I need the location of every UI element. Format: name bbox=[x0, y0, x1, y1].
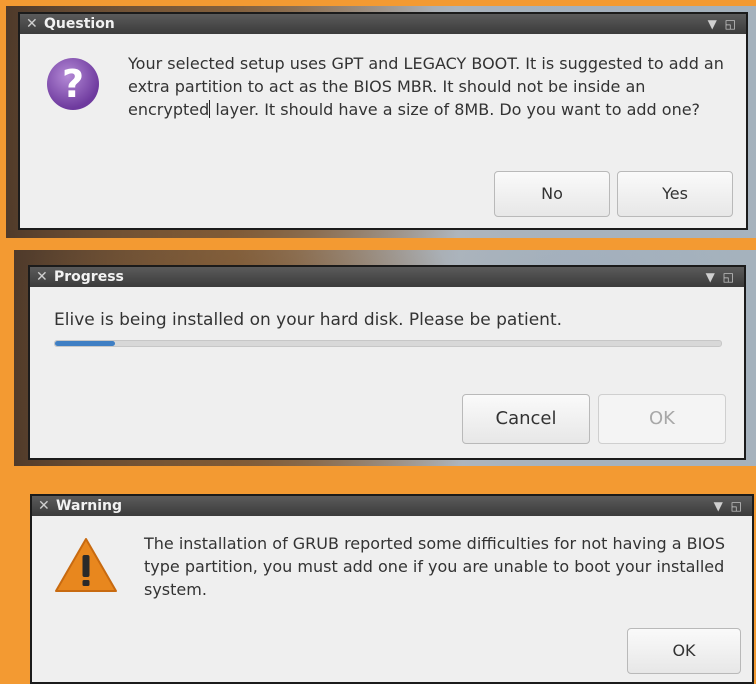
dialog-title: Progress bbox=[54, 269, 124, 285]
cancel-button[interactable]: Cancel bbox=[462, 394, 590, 444]
dialog-title: Warning bbox=[56, 498, 123, 514]
window-menu-icon[interactable]: ▼ ◱ bbox=[706, 267, 736, 287]
progress-bar-fill bbox=[55, 341, 115, 346]
close-icon[interactable]: ✕ bbox=[38, 496, 50, 516]
ok-button[interactable]: OK bbox=[598, 394, 726, 444]
window-menu-icon[interactable]: ▼ ◱ bbox=[714, 496, 744, 516]
ok-button[interactable]: OK bbox=[627, 628, 741, 674]
yes-button[interactable]: Yes bbox=[617, 171, 733, 217]
question-icon: ? bbox=[47, 58, 99, 110]
question-message: Your selected setup uses GPT and LEGACY … bbox=[128, 52, 728, 121]
warning-icon bbox=[55, 538, 117, 592]
close-icon[interactable]: ✕ bbox=[36, 267, 48, 287]
question-message-part2: layer. It should have a size of 8MB. Do … bbox=[215, 100, 701, 119]
text-cursor bbox=[209, 100, 211, 118]
close-icon[interactable]: ✕ bbox=[26, 14, 38, 34]
no-button[interactable]: No bbox=[494, 171, 610, 217]
install-progress-bar bbox=[54, 340, 722, 347]
progress-dialog: ✕ Progress ▼ ◱ Elive is being installed … bbox=[28, 265, 746, 460]
progress-message: Elive is being installed on your hard di… bbox=[54, 310, 563, 330]
window-menu-icon[interactable]: ▼ ◱ bbox=[708, 14, 738, 34]
warning-message: The installation of GRUB reported some d… bbox=[144, 534, 726, 599]
question-dialog: ✕ Question ▼ ◱ ? Your selected setup use… bbox=[18, 12, 748, 230]
warning-titlebar[interactable]: ✕ Warning ▼ ◱ bbox=[32, 496, 752, 516]
warning-dialog: ✕ Warning ▼ ◱ The installation of GRUB r… bbox=[30, 494, 754, 684]
dialog-title: Question bbox=[44, 16, 115, 32]
progress-titlebar[interactable]: ✕ Progress ▼ ◱ bbox=[30, 267, 744, 287]
question-titlebar[interactable]: ✕ Question ▼ ◱ bbox=[20, 14, 746, 34]
